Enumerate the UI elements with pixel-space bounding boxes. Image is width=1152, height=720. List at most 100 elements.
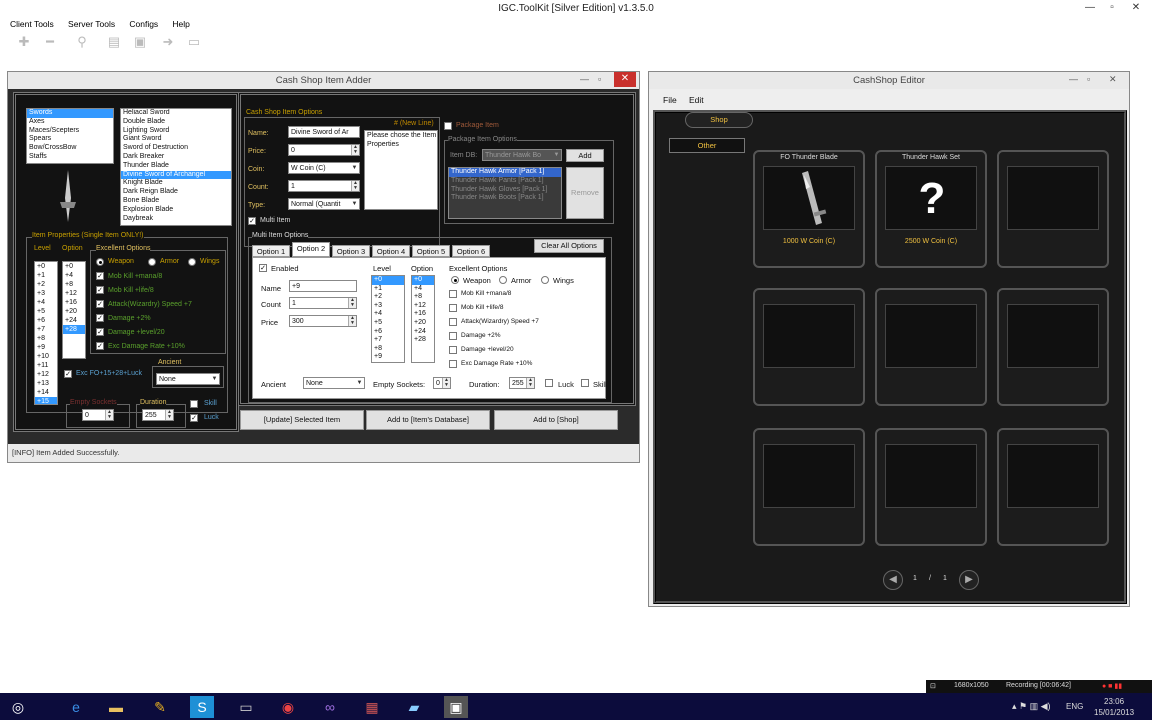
add-icon[interactable]: ✚ [16,35,32,49]
list-item[interactable]: Swords [27,109,113,118]
exc-option-checkbox[interactable]: ✓ [96,300,104,308]
m-exc-checkbox[interactable] [449,304,457,312]
m-exc-checkbox[interactable] [449,346,457,354]
list-item[interactable]: +11 [35,361,57,370]
list-item[interactable]: +1 [372,285,404,294]
editor-menu-edit[interactable]: Edit [689,95,704,105]
menu-server-tools[interactable]: Server Tools [62,17,121,31]
record-icon[interactable]: ● ■ ▮▮ [1102,682,1122,690]
list-item[interactable]: +12 [412,302,434,311]
list-item[interactable]: +24 [63,316,85,325]
chevron-down-icon[interactable]: ▼ [350,163,359,173]
list-item[interactable]: +7 [372,336,404,345]
skype-icon[interactable]: S [190,696,214,718]
tray-time[interactable]: 23:06 [1104,697,1124,706]
spin-icon[interactable]: ▲ ▼ [348,298,356,308]
list-item[interactable]: +1 [35,271,57,280]
shop-slot[interactable] [753,288,865,406]
list-item[interactable]: +8 [412,293,434,302]
category-list[interactable]: Swords Axes Maces/Scepters Spears Bow/Cr… [26,108,114,164]
exc-option-checkbox[interactable]: ✓ [96,286,104,294]
visual-studio-icon[interactable]: ∞ [318,696,342,718]
explorer-icon[interactable]: ▭ [234,696,258,718]
list-item[interactable]: +14 [35,388,57,397]
winrar-icon[interactable]: ▦ [360,696,384,718]
list-item[interactable]: +10 [35,352,57,361]
list-item[interactable]: +4 [372,310,404,319]
spin-icon[interactable]: ▲ ▼ [351,145,359,155]
editor-menu-file[interactable]: File [663,95,677,105]
spin-icon[interactable]: ▲ ▼ [348,316,356,326]
m-level-list[interactable]: +0 +1 +2 +3 +4 +5 +6 +7 +8 +9 [371,275,405,363]
chrome-icon[interactable]: ◉ [276,696,300,718]
add-button[interactable]: Add [566,149,604,162]
list-item[interactable]: Thunder Hawk Armor [Pack 1] [449,168,561,177]
list-item[interactable]: +28 [412,336,434,345]
m-ancient-select[interactable]: None ▼ [303,377,365,389]
coin-select[interactable]: W Coin (C) ▼ [288,162,360,174]
list-item[interactable]: Thunder Hawk Gloves [Pack 1] [449,186,561,195]
list-item[interactable]: +9 [372,353,404,362]
m-sockets-stepper[interactable]: 0 ▲ ▼ [433,377,451,389]
tab-option-4[interactable]: Option 4 [372,245,410,257]
list-item[interactable]: Knight Blade [121,179,231,188]
list-item[interactable]: +24 [412,328,434,337]
list-item[interactable]: +0 [412,276,434,285]
package-list[interactable]: Thunder Hawk Armor [Pack 1] Thunder Hawk… [448,167,562,219]
list-item[interactable]: +4 [35,298,57,307]
remove-button[interactable]: Remove [566,167,604,219]
editor-minimize-button[interactable]: — [1069,72,1078,86]
m-exc-checkbox[interactable] [449,360,457,368]
price-stepper[interactable]: 0 ▲ ▼ [288,144,360,156]
list-item[interactable]: +5 [372,319,404,328]
list-item[interactable]: Giant Sword [121,135,231,144]
list-item[interactable]: +5 [35,307,57,316]
list-item[interactable]: +4 [412,285,434,294]
name-field[interactable]: Divine Sword of Ar [288,126,360,138]
list-item[interactable]: Spears [27,135,113,144]
list-item[interactable]: Thunder Hawk Boots [Pack 1] [449,194,561,203]
list-item[interactable]: Explosion Blade [121,206,231,215]
remove-icon[interactable]: ━ [42,35,58,49]
list-item[interactable]: +8 [63,280,85,289]
weapon-radio[interactable] [96,258,104,266]
list-item[interactable]: +20 [63,307,85,316]
list-item[interactable]: +4 [63,271,85,280]
chevron-down-icon[interactable]: ▼ [350,199,359,209]
shop-slot[interactable] [753,428,865,546]
close-button[interactable]: ✕ [1124,0,1148,15]
list-item[interactable]: +28 [63,325,85,334]
list-item[interactable]: Dark Breaker [121,153,231,162]
m-luck-checkbox[interactable] [545,379,553,387]
toolkit-icon[interactable]: ▣ [444,696,468,718]
tab-option-2[interactable]: Option 2 [292,242,330,257]
list-item[interactable]: Bow/CrossBow [27,144,113,153]
list-item[interactable]: +9 [35,343,57,352]
spin-icon[interactable]: ▲ ▼ [351,181,359,191]
notepad-icon[interactable]: ▰ [402,696,426,718]
exc-option-checkbox[interactable]: ✓ [96,314,104,322]
shop-slot[interactable] [997,428,1109,546]
list-item[interactable]: +8 [35,334,57,343]
start-icon[interactable]: ◎ [6,696,30,718]
adder-maximize-button[interactable]: ▫ [598,72,601,86]
save-icon[interactable]: ▣ [132,35,148,49]
description-box[interactable]: Please chose the Item Properties [364,130,438,210]
list-item[interactable]: +12 [35,370,57,379]
list-item[interactable]: +2 [372,293,404,302]
shop-slot[interactable] [997,288,1109,406]
exc-fo-checkbox[interactable]: ✓ [64,370,72,378]
list-item[interactable]: +20 [412,319,434,328]
folder-icon[interactable]: ▬ [104,696,128,718]
chevron-down-icon[interactable]: ▼ [552,150,561,160]
tab-other[interactable]: Other [669,138,745,153]
adder-close-button[interactable]: ✕ [614,72,636,87]
sockets-stepper[interactable]: 0 ▲ ▼ [82,409,114,421]
tab-option-3[interactable]: Option 3 [332,245,370,257]
list-item[interactable]: +0 [63,262,85,271]
m-weapon-radio[interactable] [451,276,459,284]
m-armor-radio[interactable] [499,276,507,284]
m-skill-checkbox[interactable] [581,379,589,387]
chevron-down-icon[interactable]: ▼ [210,374,219,384]
menu-client-tools[interactable]: Client Tools [0,17,60,31]
